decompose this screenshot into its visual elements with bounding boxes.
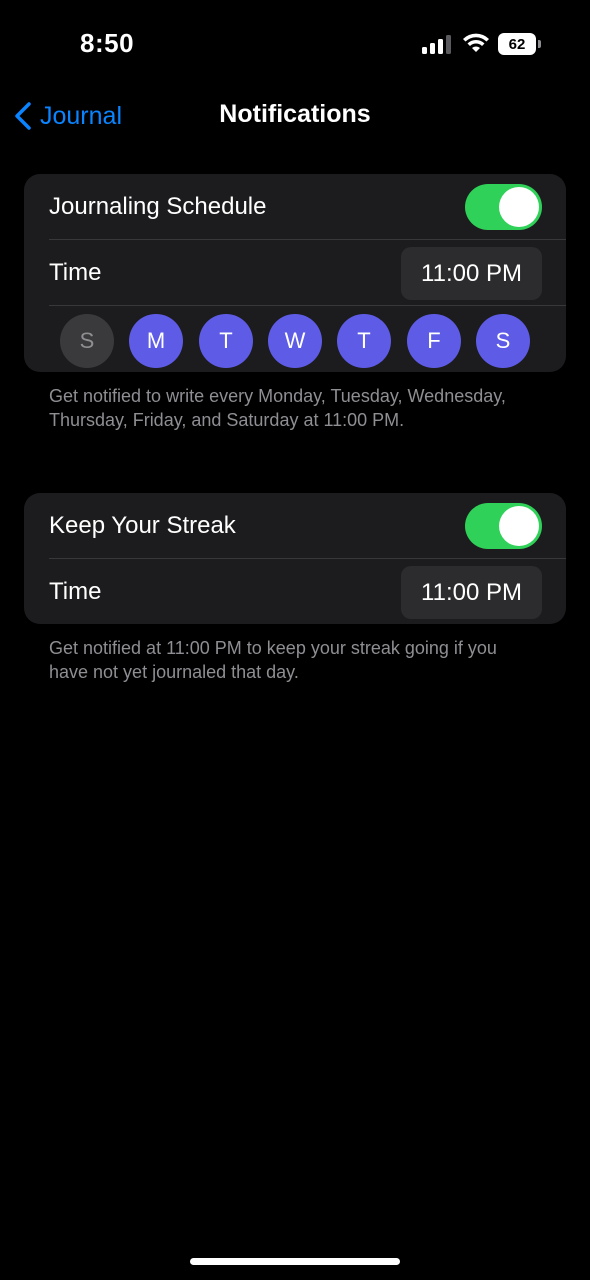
screen: 8:50 62 Journal Notifications Journaling… xyxy=(0,0,590,1280)
day-sunday-button[interactable]: S xyxy=(60,314,114,368)
day-tuesday-button[interactable]: T xyxy=(199,314,253,368)
day-wednesday-button[interactable]: W xyxy=(268,314,322,368)
day-friday-button[interactable]: F xyxy=(407,314,461,368)
keep-streak-row: Keep Your Streak xyxy=(24,493,566,559)
keep-streak-toggle[interactable] xyxy=(465,503,542,549)
home-indicator[interactable] xyxy=(190,1258,400,1265)
journaling-schedule-row: Journaling Schedule xyxy=(24,174,566,240)
day-thursday-button[interactable]: T xyxy=(337,314,391,368)
battery-icon: 62 xyxy=(498,33,542,55)
page-title: Notifications xyxy=(219,100,371,128)
journaling-schedule-toggle[interactable] xyxy=(465,184,542,230)
battery-tip xyxy=(538,40,541,48)
status-bar: 8:50 62 xyxy=(0,0,590,90)
day-monday-button[interactable]: M xyxy=(129,314,183,368)
toggle-knob xyxy=(499,506,539,546)
signal-icon xyxy=(422,35,451,54)
schedule-time-label: Time xyxy=(49,259,102,286)
nav-bar: Journal Notifications xyxy=(0,90,590,140)
streak-footnote: Get notified at 11:00 PM to keep your st… xyxy=(49,638,497,682)
schedule-time-row: Time 11:00 PM xyxy=(24,240,566,306)
toggle-knob xyxy=(499,187,539,227)
streak-time-row: Time 11:00 PM xyxy=(24,559,566,624)
wifi-icon xyxy=(463,33,489,52)
weekday-selector: S M T W T F S xyxy=(24,306,566,372)
streak-time-label: Time xyxy=(49,578,102,605)
day-saturday-button[interactable]: S xyxy=(476,314,530,368)
streak-time-picker[interactable]: 11:00 PM xyxy=(401,566,542,619)
journaling-schedule-group: Journaling Schedule Time 11:00 PM S M T … xyxy=(24,174,566,372)
battery-level: 62 xyxy=(498,33,536,55)
journaling-schedule-label: Journaling Schedule xyxy=(49,193,267,220)
keep-streak-group: Keep Your Streak Time 11:00 PM xyxy=(24,493,566,624)
keep-streak-label: Keep Your Streak xyxy=(49,512,236,539)
schedule-footnote: Get notified to write every Monday, Tues… xyxy=(49,386,506,430)
schedule-time-picker[interactable]: 11:00 PM xyxy=(401,247,542,300)
status-time: 8:50 xyxy=(80,28,135,58)
